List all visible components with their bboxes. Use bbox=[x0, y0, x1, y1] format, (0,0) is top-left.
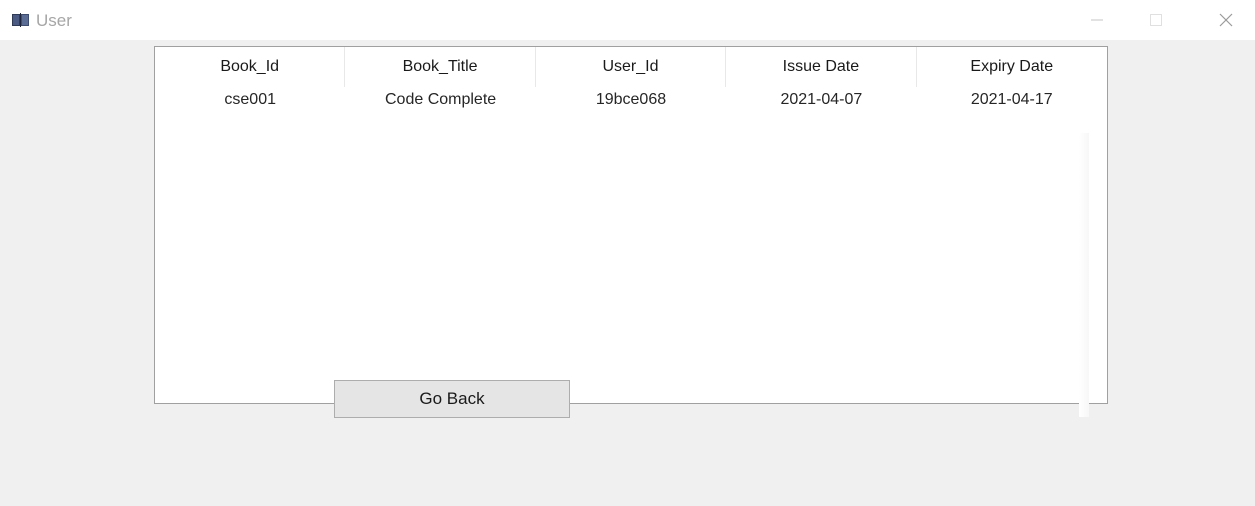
window-title: User bbox=[36, 11, 72, 30]
user-window: User Book_Id Book_Title User_Id Issue Da… bbox=[0, 0, 1255, 506]
cell-book-title: Code Complete bbox=[385, 91, 497, 108]
minimize-icon bbox=[1091, 19, 1103, 21]
cell-user-id: 19bce068 bbox=[595, 91, 667, 108]
table-scroll-edge bbox=[1079, 133, 1089, 417]
table-row[interactable]: cse001 Code Complete 19bce068 2021-04-07… bbox=[155, 87, 1107, 117]
issued-books-table[interactable]: Book_Id Book_Title User_Id Issue Date Ex… bbox=[154, 46, 1108, 417]
close-icon bbox=[1219, 13, 1233, 27]
maximize-button[interactable] bbox=[1133, 0, 1179, 40]
book-icon bbox=[11, 12, 31, 28]
column-header-user-id[interactable]: User_Id bbox=[536, 47, 727, 87]
column-header-book-id[interactable]: Book_Id bbox=[155, 47, 346, 87]
title-bar: User bbox=[0, 0, 1255, 40]
maximize-icon bbox=[1150, 14, 1162, 26]
column-header-book-title[interactable]: Book_Title bbox=[345, 47, 536, 87]
close-button[interactable] bbox=[1203, 0, 1249, 40]
go-back-button[interactable]: Go Back bbox=[334, 380, 570, 418]
column-header-expiry-date[interactable]: Expiry Date bbox=[917, 47, 1107, 87]
table-header: Book_Id Book_Title User_Id Issue Date Ex… bbox=[155, 47, 1107, 87]
column-header-issue-date[interactable]: Issue Date bbox=[726, 47, 917, 87]
cell-issue-date: 2021-04-07 bbox=[780, 91, 863, 108]
cell-book-id: cse001 bbox=[224, 91, 276, 108]
cell-expiry-date: 2021-04-17 bbox=[970, 91, 1053, 108]
minimize-button[interactable] bbox=[1074, 0, 1120, 40]
